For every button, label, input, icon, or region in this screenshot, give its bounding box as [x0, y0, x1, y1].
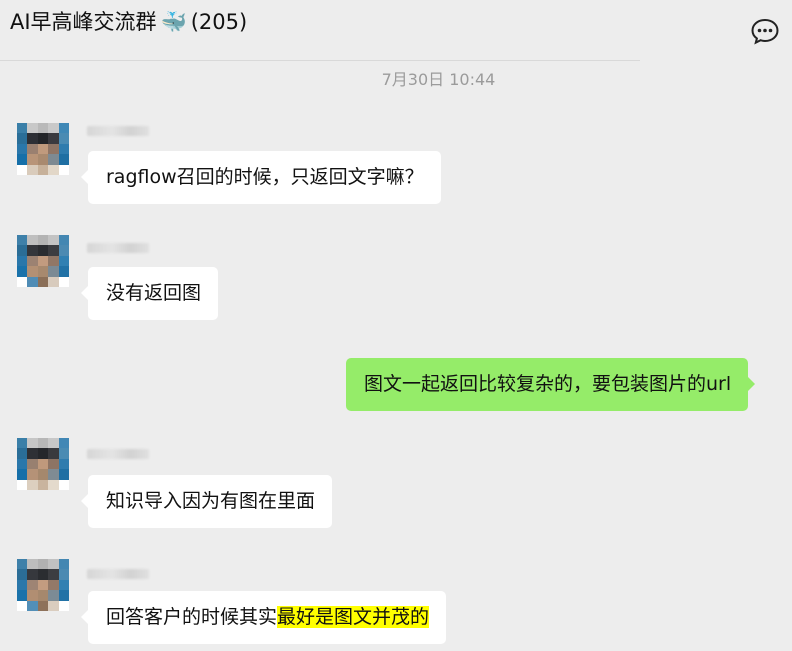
whale-emoji-icon: 🐳 [160, 10, 187, 34]
avatar[interactable] [17, 123, 69, 175]
sender-name-blurred [87, 449, 149, 459]
message-bubble[interactable]: 知识导入因为有图在里面 [80, 475, 333, 528]
message-bubble[interactable]: ragflow召回的时候，只返回文字嘛？ [81, 151, 441, 204]
header-divider [0, 60, 640, 61]
avatar[interactable] [17, 438, 69, 490]
message-bubble[interactable]: 没有返回图 [80, 267, 219, 320]
member-count: (205) [190, 10, 248, 34]
sender-name-blurred [87, 569, 149, 579]
more-options-button[interactable] [750, 17, 780, 45]
highlighted-text: 最好是图文并茂的 [277, 606, 430, 628]
avatar[interactable] [17, 559, 69, 611]
message-timestamp: 7月30日 10:44 [381, 70, 496, 89]
sender-name-blurred [87, 243, 149, 253]
sender-name-blurred [87, 126, 149, 136]
message-bubble[interactable]: 回答客户的时候其实最好是图文并茂的 [80, 591, 447, 644]
chat-header: AI早高峰交流群 🐳 (205) [0, 0, 792, 60]
chat-title[interactable]: AI早高峰交流群 🐳 (205) [10, 6, 247, 36]
chat-bubble-dots-icon [751, 18, 779, 45]
group-name: AI早高峰交流群 [10, 10, 157, 34]
avatar[interactable] [17, 235, 69, 287]
message-text: 回答客户的时候其实 [106, 606, 278, 628]
message-bubble-outgoing[interactable]: 图文一起返回比较复杂的，要包装图片的url [346, 358, 756, 411]
